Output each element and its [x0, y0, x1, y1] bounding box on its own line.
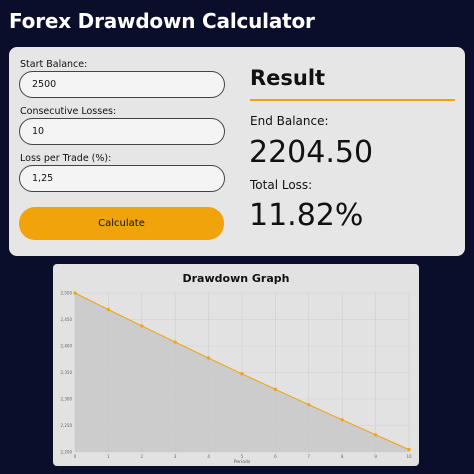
calculator-card: Start Balance: 2500 Consecutive Losses: … [9, 47, 465, 256]
data-point [207, 356, 211, 360]
data-point [106, 307, 110, 312]
loss-per-trade-input[interactable]: 1,25 [19, 165, 225, 192]
result-divider [250, 99, 455, 101]
drawdown-graph-card: Drawdown Graph 2,500 2,450 2,400 2,350 2,300… [53, 264, 419, 466]
data-point [173, 340, 177, 344]
start-balance-input[interactable]: 2500 [19, 71, 225, 98]
x-tick-label: 3 [174, 454, 177, 459]
x-tick-label: 2 [141, 454, 144, 459]
data-point [407, 448, 411, 452]
x-tick-label: 1 [107, 454, 110, 459]
x-tick-label: 10 [406, 454, 412, 459]
y-tick-label: 2,350 [61, 370, 73, 375]
end-balance-label: End Balance: [250, 114, 329, 128]
calculate-button[interactable]: Calculate [19, 207, 224, 240]
total-loss-value: 11.82% [249, 198, 364, 233]
data-point [240, 372, 244, 376]
start-balance-label: Start Balance: [20, 59, 88, 70]
data-point [340, 418, 344, 422]
x-tick-label: 5 [241, 454, 244, 459]
total-loss-label: Total Loss: [250, 178, 313, 192]
x-axis-label: Periods [234, 459, 251, 465]
y-tick-label: 2,250 [61, 423, 73, 428]
x-tick-label: 4 [207, 454, 210, 459]
loss-per-trade-label: Loss per Trade (%): [20, 153, 112, 164]
y-tick-label: 2,200 [61, 450, 73, 455]
data-point [307, 403, 311, 407]
drawdown-chart: 2,500 2,450 2,400 2,350 2,300 2,250 2,2000 1 2 3 4… [61, 291, 412, 466]
y-tick-label: 2,500 [61, 291, 73, 296]
data-point [374, 433, 378, 437]
x-tick-label: 6 [274, 454, 277, 459]
y-tick-label: 2,450 [61, 317, 73, 322]
x-tick-label: 7 [308, 454, 311, 459]
y-tick-label: 2,400 [61, 344, 73, 349]
end-balance-value: 2204.50 [249, 135, 374, 170]
x-tick-label: 0 [74, 454, 77, 459]
result-title: Result [250, 66, 326, 90]
x-tick-label: 9 [374, 454, 377, 459]
consecutive-losses-label: Consecutive Losses: [20, 106, 117, 117]
data-point [140, 324, 144, 328]
data-point [273, 387, 277, 391]
consecutive-losses-input[interactable]: 10 [19, 118, 225, 145]
x-tick-label: 8 [341, 454, 344, 459]
y-tick-label: 2,300 [61, 397, 73, 402]
app-title: Forex Drawdown Calculator [9, 9, 315, 33]
data-point [73, 291, 77, 295]
